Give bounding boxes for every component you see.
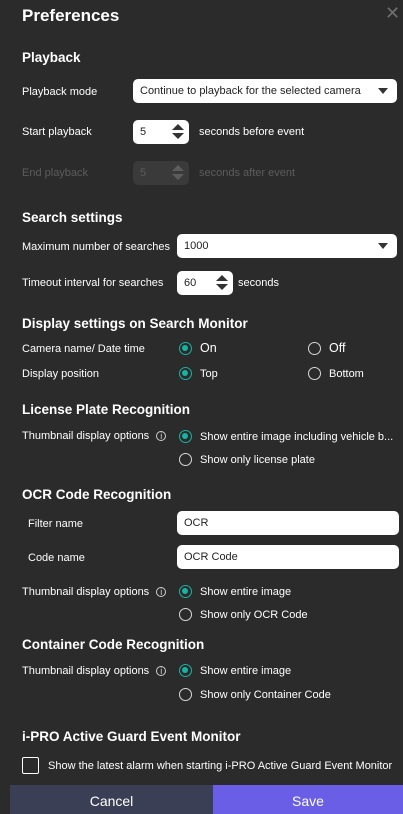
container-thumb-label-text: Thumbnail display options	[22, 665, 150, 677]
ocr-opt2-label: Show only OCR Code	[200, 609, 308, 621]
info-icon[interactable]: i	[156, 431, 167, 441]
code-name-input[interactable]: OCR Code	[177, 545, 399, 569]
spinner-arrows-icon	[171, 165, 185, 181]
playback-mode-value: Continue to playback for the selected ca…	[140, 85, 361, 97]
playback-heading: Playback	[22, 50, 81, 65]
camera-on-label: On	[200, 341, 217, 355]
filter-name-input[interactable]: OCR	[177, 511, 399, 535]
spinner-arrows-icon[interactable]	[171, 124, 185, 140]
dialog-title: Preferences	[22, 6, 120, 25]
camera-off-radio[interactable]	[308, 342, 321, 355]
guard-heading: i-PRO Active Guard Event Monitor	[22, 729, 241, 744]
cancel-button[interactable]: Cancel	[10, 785, 213, 814]
camera-on-radio[interactable]	[179, 342, 192, 355]
container-opt2-label: Show only Container Code	[200, 689, 331, 701]
ocr-thumb-label: Thumbnail display options i	[22, 586, 167, 598]
ocr-heading: OCR Code Recognition	[22, 487, 172, 502]
ocr-thumb-label-text: Thumbnail display options	[22, 586, 150, 598]
lpr-opt1-label: Show entire image including vehicle b...	[200, 431, 394, 443]
camera-datetime-label: Camera name/ Date time	[22, 343, 145, 355]
camera-off-label: Off	[329, 341, 346, 355]
lpr-opt2-radio[interactable]	[179, 453, 192, 466]
end-playback-label: End playback	[22, 167, 89, 179]
lpr-thumb-label: Thumbnail display options i	[22, 430, 167, 442]
max-searches-value: 1000	[184, 240, 209, 252]
chevron-down-icon	[378, 243, 388, 249]
max-searches-label: Maximum number of searches	[22, 241, 170, 253]
ocr-opt1-radio[interactable]	[179, 585, 192, 598]
info-icon[interactable]: i	[156, 666, 167, 676]
display-position-label: Display position	[22, 368, 100, 380]
close-icon[interactable]: ✕	[385, 4, 400, 22]
timeout-label: Timeout interval for searches	[22, 277, 164, 289]
container-thumb-label: Thumbnail display options i	[22, 665, 167, 677]
guard-checkbox-label: Show the latest alarm when starting i-PR…	[48, 760, 393, 772]
start-playback-label: Start playback	[22, 126, 92, 138]
lpr-thumb-label-text: Thumbnail display options	[22, 430, 150, 442]
position-bottom-radio[interactable]	[308, 367, 321, 380]
playback-mode-label: Playback mode	[22, 86, 98, 98]
guard-checkbox[interactable]	[22, 757, 39, 774]
code-name-label: Code name	[28, 552, 85, 564]
timeout-stepper[interactable]: 60	[177, 271, 233, 295]
container-opt2-radio[interactable]	[179, 688, 192, 701]
timeout-value: 60	[184, 277, 197, 289]
start-playback-suffix: seconds before event	[199, 126, 305, 138]
container-opt1-label: Show entire image	[200, 665, 292, 677]
spinner-arrows-icon[interactable]	[215, 275, 229, 291]
playback-mode-select[interactable]: Continue to playback for the selected ca…	[133, 79, 397, 103]
ocr-opt1-label: Show entire image	[200, 586, 292, 598]
position-top-label: Top	[200, 368, 218, 380]
position-top-radio[interactable]	[179, 367, 192, 380]
start-playback-stepper[interactable]: 5	[133, 120, 189, 144]
end-playback-stepper: 5	[133, 161, 189, 185]
start-playback-value: 5	[140, 126, 147, 138]
container-heading: Container Code Recognition	[22, 637, 205, 652]
lpr-opt1-radio[interactable]	[179, 430, 192, 443]
end-playback-suffix: seconds after event	[199, 167, 296, 179]
timeout-suffix: seconds	[238, 277, 279, 289]
container-opt1-radio[interactable]	[179, 664, 192, 677]
max-searches-select[interactable]: 1000	[177, 234, 397, 258]
display-heading: Display settings on Search Monitor	[22, 316, 248, 331]
end-playback-value: 5	[140, 167, 147, 179]
ocr-opt2-radio[interactable]	[179, 608, 192, 621]
filter-name-label: Filter name	[28, 518, 84, 530]
chevron-down-icon	[378, 88, 388, 94]
lpr-heading: License Plate Recognition	[22, 402, 191, 417]
search-heading: Search settings	[22, 210, 123, 225]
position-bottom-label: Bottom	[329, 368, 364, 380]
info-icon[interactable]: i	[156, 587, 167, 597]
lpr-opt2-label: Show only license plate	[200, 454, 315, 466]
save-button[interactable]: Save	[213, 785, 403, 814]
